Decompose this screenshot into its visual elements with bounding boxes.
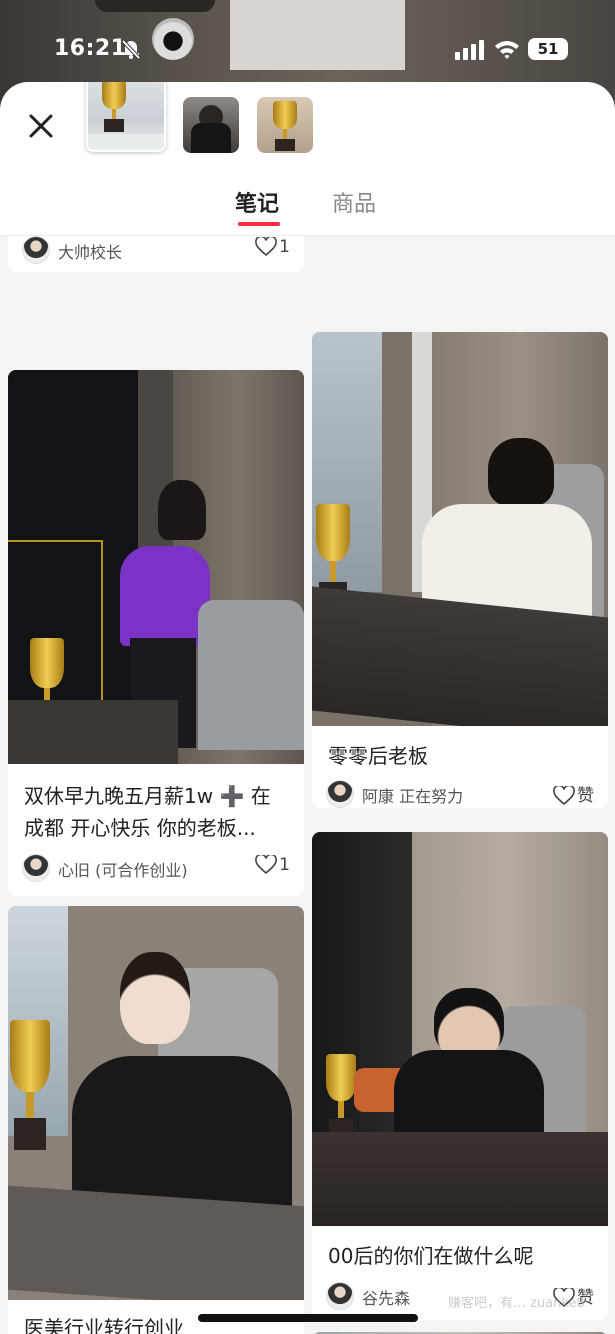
bottom-sheet: 笔记 商品 大帅校长 1 双休早九晚五月薪1w ➕ 在成都 开心快乐 你的老板.… xyxy=(0,82,615,1334)
author-name: 阿康 正在努力 xyxy=(362,787,464,806)
like-count: 赞 xyxy=(577,786,594,806)
bell-slash-icon xyxy=(121,39,141,60)
heart-outline-icon xyxy=(553,786,575,806)
status-time: 16:21 xyxy=(54,36,127,61)
list-item[interactable]: 大帅校长 1 xyxy=(8,236,304,272)
list-item[interactable]: 零零后老板 阿康 正在努力 赞 xyxy=(312,332,608,808)
avatar xyxy=(326,780,354,808)
avatar xyxy=(326,1282,354,1310)
note-cover-image xyxy=(8,906,304,1300)
note-cover-image xyxy=(8,370,304,764)
tab-notes[interactable]: 笔记 xyxy=(235,186,279,218)
heart-outline-icon xyxy=(255,855,278,875)
like-button[interactable]: 1 xyxy=(255,237,290,263)
thumbnail-3[interactable] xyxy=(257,97,313,153)
active-tab-indicator xyxy=(238,222,280,226)
avatar xyxy=(22,854,50,882)
list-item[interactable]: 医美行业转行创业 xyxy=(8,906,304,1334)
list-item[interactable]: 00后的你们在做什么呢 谷先森 赞 xyxy=(312,832,608,1320)
author-name: 谷先森 xyxy=(362,1289,411,1308)
thumbnail-1[interactable] xyxy=(86,82,166,152)
thumbnail-2[interactable] xyxy=(183,97,239,153)
like-button[interactable]: 赞 xyxy=(553,781,594,807)
author-name: 心旧 (可合作创业) xyxy=(58,861,188,880)
like-count: 1 xyxy=(279,855,290,875)
watermark: 赚客吧，有… zuanke8 xyxy=(448,1296,585,1311)
tab-bar: 笔记 商品 xyxy=(0,182,615,232)
heart-outline-icon xyxy=(255,237,278,257)
like-button[interactable]: 1 xyxy=(255,855,290,881)
note-title: 00后的你们在做什么呢 xyxy=(328,1244,534,1268)
signal-icon xyxy=(455,40,484,60)
avatar xyxy=(22,236,50,264)
note-cover-image xyxy=(312,832,608,1226)
note-title: 零零后老板 xyxy=(328,744,428,768)
home-indicator[interactable] xyxy=(198,1314,418,1322)
tab-goods[interactable]: 商品 xyxy=(332,186,376,218)
battery-indicator: 51 xyxy=(528,38,568,60)
note-title: 双休早九晚五月薪1w ➕ 在成都 开心快乐 你的老板... xyxy=(24,784,271,840)
note-cover-image xyxy=(312,332,608,726)
like-count: 1 xyxy=(279,237,290,257)
status-bar: 16:21 51 xyxy=(0,0,615,82)
close-icon[interactable] xyxy=(24,109,58,143)
list-item[interactable]: 双休早九晚五月薪1w ➕ 在成都 开心快乐 你的老板... 心旧 (可合作创业)… xyxy=(8,370,304,896)
wifi-icon xyxy=(495,41,519,59)
author-name: 大帅校长 xyxy=(58,243,123,262)
notes-feed: 大帅校长 1 双休早九晚五月薪1w ➕ 在成都 开心快乐 你的老板... 心旧 … xyxy=(0,236,615,1334)
